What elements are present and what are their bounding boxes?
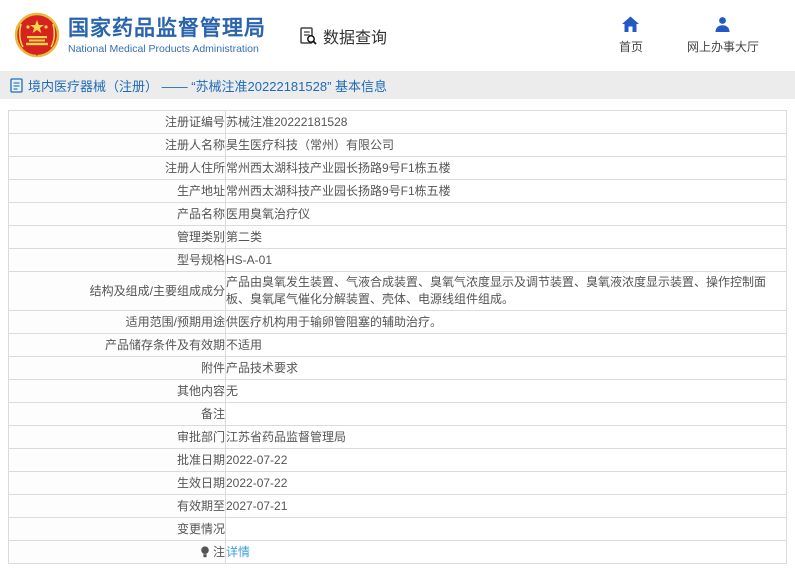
row-label: 注册人住所 bbox=[8, 156, 226, 180]
table-row: 适用范围/预期用途 供医疗机构用于输卵管阻塞的辅助治疗。 bbox=[8, 310, 787, 334]
row-label: 注 bbox=[8, 540, 226, 564]
row-label: 注册人名称 bbox=[8, 133, 226, 157]
lightbulb-icon bbox=[201, 545, 209, 557]
table-row: 生效日期 2022-07-22 bbox=[8, 471, 787, 495]
row-value: 常州西太湖科技产业园长扬路9号F1栋五楼 bbox=[225, 156, 787, 180]
row-value: 常州西太湖科技产业园长扬路9号F1栋五楼 bbox=[225, 179, 787, 203]
row-label: 生产地址 bbox=[8, 179, 226, 203]
row-label: 备注 bbox=[8, 402, 226, 426]
nav-home[interactable]: 首页 bbox=[611, 16, 651, 55]
row-value bbox=[225, 402, 787, 426]
row-label: 生效日期 bbox=[8, 471, 226, 495]
agency-title: 国家药品监督管理局 bbox=[68, 16, 266, 40]
row-label: 注册证编号 bbox=[8, 110, 226, 134]
document-search-icon bbox=[300, 26, 317, 45]
row-value: 第二类 bbox=[225, 225, 787, 249]
national-emblem-icon bbox=[14, 12, 60, 60]
agency-title-block: 国家药品监督管理局 National Medical Products Admi… bbox=[68, 17, 266, 55]
row-value bbox=[225, 517, 787, 541]
nav-service-hall[interactable]: 网上办事大厅 bbox=[687, 16, 759, 55]
user-icon bbox=[715, 17, 730, 32]
data-query-section: 数据查询 bbox=[298, 24, 387, 48]
row-value: 2022-07-22 bbox=[225, 448, 787, 472]
row-value: 供医疗机构用于输卵管阻塞的辅助治疗。 bbox=[225, 310, 787, 334]
table-row: 附件 产品技术要求 bbox=[8, 356, 787, 380]
row-label: 结构及组成/主要组成成分 bbox=[8, 271, 226, 311]
nav-home-label: 首页 bbox=[618, 40, 643, 54]
row-label: 产品名称 bbox=[8, 202, 226, 226]
table-row: 管理类别 第二类 bbox=[8, 225, 787, 249]
row-label: 管理类别 bbox=[8, 225, 226, 249]
table-row: 注册证编号 苏械注准20222181528 bbox=[8, 110, 787, 134]
table-row: 生产地址 常州西太湖科技产业园长扬路9号F1栋五楼 bbox=[8, 179, 787, 203]
row-value: 昊生医疗科技（常州）有限公司 bbox=[225, 133, 787, 157]
row-value: 2022-07-22 bbox=[225, 471, 787, 495]
breadcrumb: 境内医疗器械（注册） —— “苏械注准20222181528” 基本信息 bbox=[0, 71, 795, 99]
row-value: 无 bbox=[225, 379, 787, 403]
table-row: 注册人住所 常州西太湖科技产业园长扬路9号F1栋五楼 bbox=[8, 156, 787, 180]
nav-service-hall-label: 网上办事大厅 bbox=[686, 40, 759, 54]
row-value: 产品技术要求 bbox=[225, 356, 787, 380]
row-value: 2027-07-21 bbox=[225, 494, 787, 518]
breadcrumb-text: 境内医疗器械（注册） —— “苏械注准20222181528” 基本信息 bbox=[28, 78, 388, 94]
document-icon bbox=[10, 77, 23, 93]
table-row: 备注 bbox=[8, 402, 787, 426]
table-row: 结构及组成/主要组成成分 产品由臭氧发生装置、气液合成装置、臭氧气浓度显示及调节装… bbox=[8, 271, 787, 311]
header-nav: 首页 网上办事大厅 bbox=[611, 16, 759, 55]
row-value: 医用臭氧治疗仪 bbox=[225, 202, 787, 226]
row-label: 型号规格 bbox=[8, 248, 226, 272]
row-label: 变更情况 bbox=[8, 517, 226, 541]
table-row: 变更情况 bbox=[8, 517, 787, 541]
row-label: 有效期至 bbox=[8, 494, 226, 518]
home-icon bbox=[622, 16, 640, 32]
table-row: 产品名称 医用臭氧治疗仪 bbox=[8, 202, 787, 226]
row-value: 江苏省药品监督管理局 bbox=[225, 425, 787, 449]
detail-link[interactable]: 详情 bbox=[226, 545, 250, 559]
registration-info-table: 注册证编号 苏械注准20222181528 注册人名称 昊生医疗科技（常州）有限公司注… bbox=[8, 110, 787, 564]
row-label: 批准日期 bbox=[8, 448, 226, 472]
page-header: 国家药品监督管理局 National Medical Products Admi… bbox=[0, 0, 795, 71]
row-label: 审批部门 bbox=[8, 425, 226, 449]
table-row: 型号规格 HS-A-01 bbox=[8, 248, 787, 272]
table-row: 批准日期 2022-07-22 bbox=[8, 448, 787, 472]
row-value: 详情 bbox=[225, 540, 787, 564]
row-label: 适用范围/预期用途 bbox=[8, 310, 226, 334]
agency-subtitle: National Medical Products Administration bbox=[68, 42, 259, 55]
row-value: 产品由臭氧发生装置、气液合成装置、臭氧气浓度显示及调节装置、臭氧液浓度显示装置、… bbox=[225, 271, 787, 311]
table-row: 注册人名称 昊生医疗科技（常州）有限公司 bbox=[8, 133, 787, 157]
table-row: 产品储存条件及有效期 不适用 bbox=[8, 333, 787, 357]
row-value: 不适用 bbox=[225, 333, 787, 357]
table-row: 注详情 bbox=[8, 540, 787, 564]
table-row: 审批部门 江苏省药品监督管理局 bbox=[8, 425, 787, 449]
table-row: 有效期至 2027-07-21 bbox=[8, 494, 787, 518]
row-value: 苏械注准20222181528 bbox=[225, 110, 787, 134]
row-value: HS-A-01 bbox=[225, 248, 787, 272]
row-label: 其他内容 bbox=[8, 379, 226, 403]
row-label: 产品储存条件及有效期 bbox=[8, 333, 226, 357]
data-query-label: 数据查询 bbox=[323, 29, 388, 47]
table-row: 其他内容无 bbox=[8, 379, 787, 403]
registration-info-table-wrap: 注册证编号 苏械注准20222181528 注册人名称 昊生医疗科技（常州）有限公司注… bbox=[8, 110, 787, 564]
row-label: 附件 bbox=[8, 356, 226, 380]
